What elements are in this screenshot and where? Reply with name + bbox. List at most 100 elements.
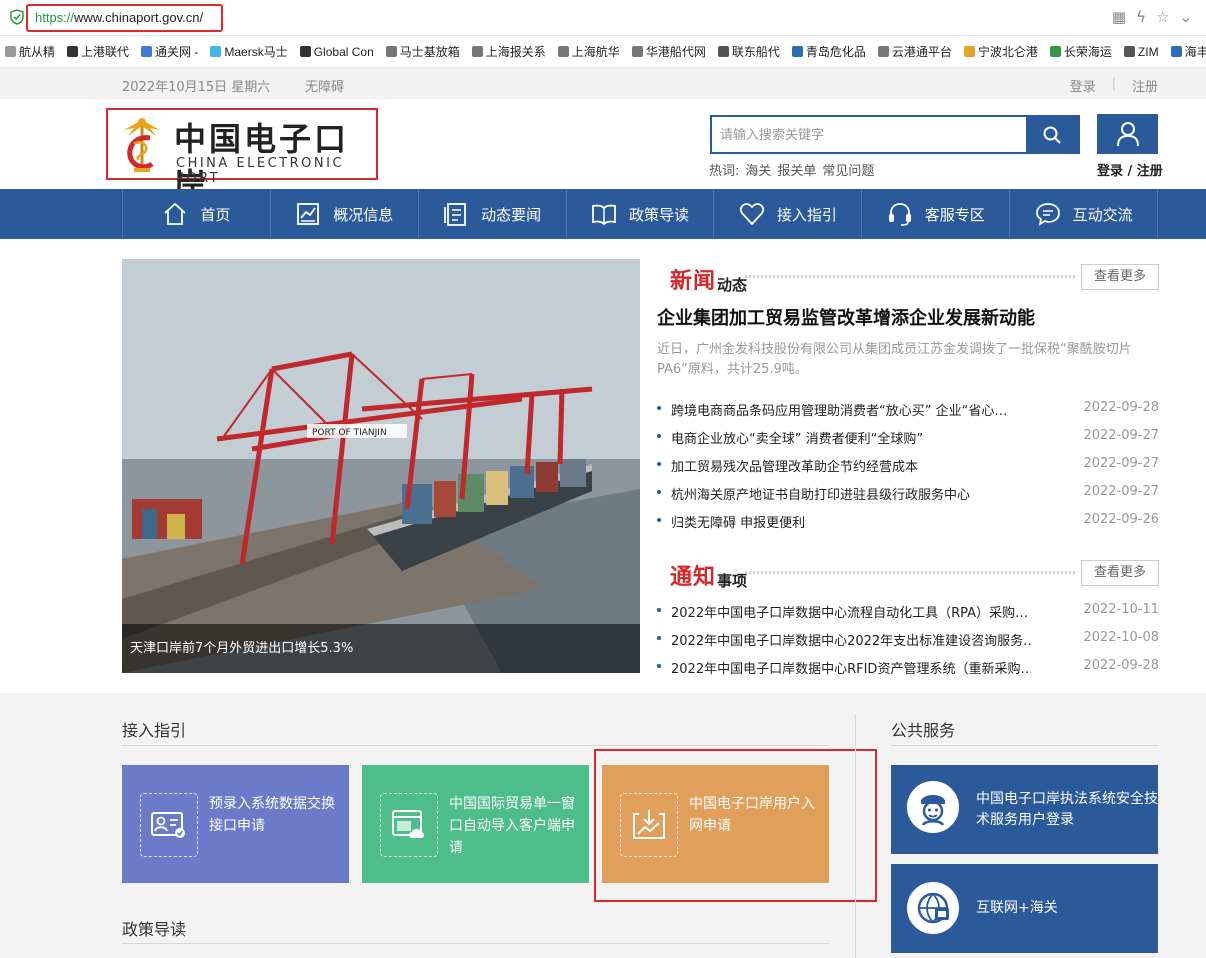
search-button[interactable] [1026,117,1078,152]
news-item-title[interactable]: 归类无障碍 申报更便利 [671,512,1031,531]
bookmark-item[interactable]: 联东船代 [713,43,787,60]
bookmark-item[interactable]: 长荣海运 [1045,43,1119,60]
notice-item-title[interactable]: 2022年中国电子口岸数据中心RFID资产管理系统（重新采购… [671,658,1031,677]
top-login-link[interactable]: 登录 [1070,76,1096,95]
news-item-title[interactable]: 跨境电商商品条码应用管理助消费者“放心买” 企业“省心… [671,400,1031,419]
nav-overview[interactable]: 概况信息 [271,189,419,239]
nav-home[interactable]: 首页 [123,189,271,239]
search-input[interactable] [712,117,1022,152]
hero-image[interactable]: PORT OF TIANJIN 天津口岸前7个月外贸进出口增长5.3% [122,259,640,673]
card-label: 中国国际贸易单一窗口自动导入客户端申请 [449,796,575,856]
bullet-icon [657,608,661,612]
star-icon[interactable]: ☆ [1156,8,1169,26]
news-item[interactable]: 加工贸易残次品管理改革助企节约经营成本 2022-09-27 [657,450,1159,478]
divider [122,745,829,746]
bookmark-item[interactable]: 华港船代网 [627,43,713,60]
user-icon [1116,122,1139,147]
notice-item-title[interactable]: 2022年中国电子口岸数据中心流程自动化工具（RPA）采购… [671,602,1031,621]
bookmark-label: 上港联代 [81,45,130,59]
main-nav: 首页 概况信息 动态要闻 政策导读 接入指引 客服专区 互动交流 [0,189,1206,239]
notice-item-date: 2022-09-28 [1083,658,1159,673]
news-item[interactable]: 杭州海关原产地证书自助打印进驻县级行政服务中心 2022-09-27 [657,478,1159,506]
login-register-link[interactable]: 登录 / 注册 [1097,160,1163,179]
bookmark-label: 上海航华 [571,45,620,59]
bookmark-item[interactable]: 云港通平台 [873,43,959,60]
bookmark-label: 航从精 [19,45,56,59]
url-field[interactable]: https://www.chinaport.gov.cn/ [26,4,223,32]
cloud-window-icon [380,793,438,857]
news-item-title[interactable]: 加工贸易残次品管理改革助企节约经营成本 [671,456,1031,475]
nav-news[interactable]: 动态要闻 [419,189,567,239]
bullet-icon [657,462,661,466]
nav-policy[interactable]: 政策导读 [567,189,715,239]
news-more-button[interactable]: 查看更多 [1081,264,1159,290]
bookmark-label: Global Con [313,44,374,59]
nav-label: 概况信息 [333,205,394,224]
qr-code-icon[interactable]: ▦ [1112,8,1126,26]
current-date: 2022年10月15日 星期六 [122,80,271,95]
site-logo[interactable]: 中国电子口岸 CHINA ELECTRONIC PORT [106,108,378,204]
security-shield-icon [10,9,24,25]
news-item[interactable]: 电商企业放心“卖全球” 消费者便利“全球购” 2022-09-27 [657,422,1159,450]
police-icon [907,781,959,833]
bookmark-item[interactable]: 上海报关系 [467,43,553,60]
hero-caption[interactable]: 天津口岸前7个月外贸进出口增长5.3% [122,624,640,673]
bullet-icon [657,636,661,640]
ps-internet-customs[interactable]: 互联网+海关 [891,864,1158,953]
bookmark-item[interactable]: 青岛危化品 [787,43,873,60]
card-preentry-interface[interactable]: 预录入系统数据交换接口申请 [122,765,349,883]
g-icon [299,46,311,57]
notice-item[interactable]: 2022年中国电子口岸数据中心RFID资产管理系统（重新采购… 2022-09-2… [657,652,1159,680]
news-item-date: 2022-09-26 [1083,512,1159,527]
divider [891,745,1158,746]
news-item[interactable]: 跨境电商商品条码应用管理助消费者“放心买” 企业“省心… 2022-09-28 [657,394,1159,422]
policy-guide-title: 政策导读 [122,920,187,939]
bookmark-item[interactable]: Maersk马士 [205,43,294,60]
bookmark-item[interactable]: 航从精 [0,43,62,60]
news-item-title[interactable]: 电商企业放心“卖全球” 消费者便利“全球购” [671,428,1031,447]
nav-customer-service[interactable]: 客服专区 [862,189,1011,239]
notice-item-title[interactable]: 2022年中国电子口岸数据中心2022年支出标准建设咨询服务… [671,630,1031,649]
hot-word[interactable]: 海关 [745,160,771,179]
ship-text: PORT OF TIANJIN [312,428,387,438]
nav-label: 接入指引 [776,205,837,224]
top-register-link[interactable]: 注册 [1132,76,1158,95]
news-headline[interactable]: 企业集团加工贸易监管改革增添企业发展新动能 [657,304,1035,330]
bookmark-item[interactable]: Global Con [295,45,381,59]
bookmark-item[interactable]: 马士基放箱 [381,43,467,60]
bookmark-item[interactable]: 海丰 [1166,43,1206,60]
notice-more-button[interactable]: 查看更多 [1081,560,1159,586]
bookmark-item[interactable]: 上港联代 [62,43,136,60]
chat-icon [1035,203,1060,226]
page-icon [877,46,889,57]
user-login-button[interactable] [1097,114,1158,154]
notice-item[interactable]: 2022年中国电子口岸数据中心2022年支出标准建设咨询服务… 2022-10-0… [657,624,1159,652]
zim-icon [1123,46,1135,57]
news-item-date: 2022-09-27 [1083,428,1159,443]
hot-word[interactable]: 常见问题 [822,160,874,179]
bookmark-item[interactable]: 宁波北仑港 [959,43,1045,60]
page-icon [471,46,483,57]
news-item[interactable]: 归类无障碍 申报更便利 2022-09-26 [657,506,1159,534]
ps-enforcement-login[interactable]: 中国电子口岸执法系统安全技术服务用户登录 [891,765,1158,854]
dropdown-icon[interactable]: ⌄ [1179,8,1192,26]
document-icon [444,203,467,226]
accessibility-link[interactable]: 无障碍 [305,76,344,95]
nav-access-guide[interactable]: 接入指引 [714,189,863,239]
bookmark-item[interactable]: ZIM [1119,45,1166,59]
lightning-icon[interactable]: ϟ [1136,8,1146,26]
news-item-date: 2022-09-27 [1083,484,1159,499]
ps-label: 互联网+海关 [976,900,1058,916]
news-item-title[interactable]: 杭州海关原产地证书自助打印进驻县级行政服务中心 [671,484,1031,503]
bookmark-item[interactable]: 通关网 - [136,43,205,60]
heart-icon [739,203,764,226]
divider [855,714,856,958]
hot-word[interactable]: 报关单 [777,160,816,179]
notice-item[interactable]: 2022年中国电子口岸数据中心流程自动化工具（RPA）采购… 2022-10-11 [657,596,1159,624]
bookmark-label: 联东船代 [731,45,780,59]
site-topbar: 2022年10月15日 星期六 无障碍 登录 | 注册 [0,68,1206,99]
bookmark-label: ZIM [1137,44,1159,59]
bookmark-item[interactable]: 上海航华 [553,43,627,60]
card-single-window-client[interactable]: 中国国际贸易单一窗口自动导入客户端申请 [362,765,589,883]
nav-interaction[interactable]: 互动交流 [1010,189,1159,239]
